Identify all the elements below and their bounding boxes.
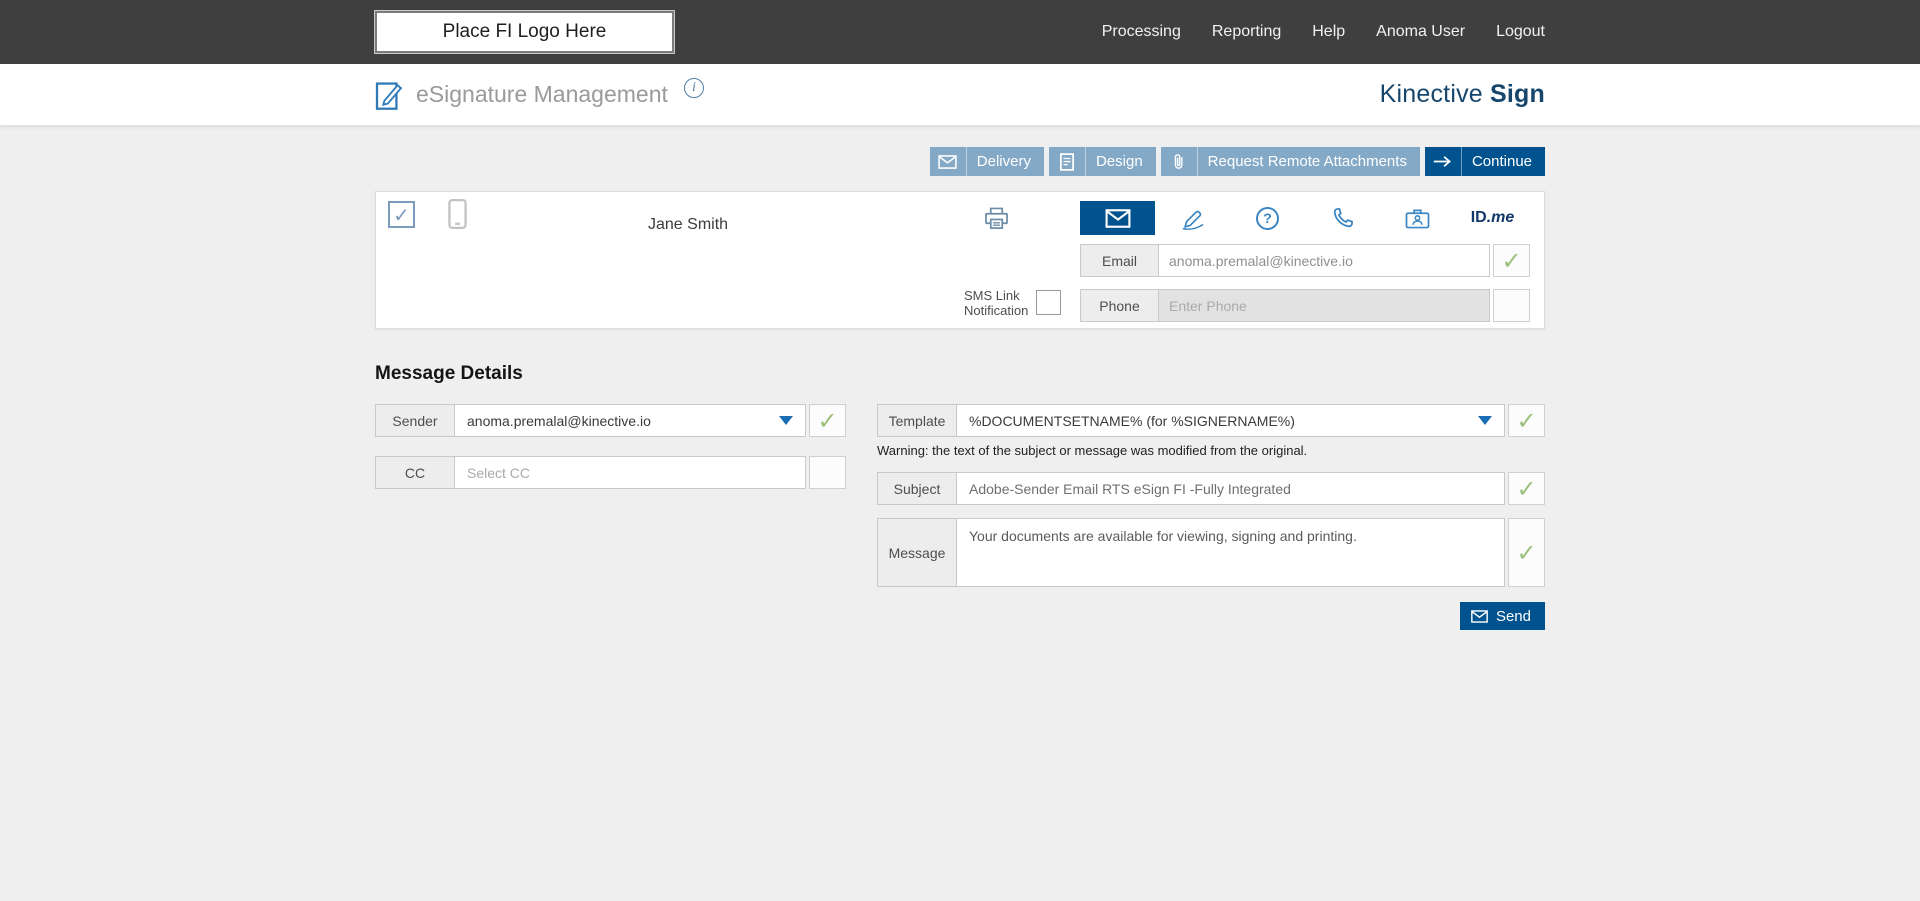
message-label: Message bbox=[877, 518, 957, 587]
send-row: Send bbox=[877, 602, 1545, 630]
briefcase-person-icon bbox=[1405, 207, 1430, 229]
signer-card: ✓ Jane Smith ? bbox=[375, 191, 1545, 329]
sender-select[interactable]: anoma.premalal@kinective.io bbox=[455, 404, 806, 437]
print-button[interactable] bbox=[984, 207, 1009, 235]
template-label: Template bbox=[877, 404, 957, 437]
nav-logout[interactable]: Logout bbox=[1496, 23, 1545, 41]
sender-row: Sender anoma.premalal@kinective.io ✓ bbox=[375, 404, 846, 437]
message-details-left-column: Sender anoma.premalal@kinective.io ✓ CC bbox=[375, 404, 846, 508]
sms-link-notification-label: SMS Link Notification bbox=[964, 288, 1044, 318]
email-valid-cell: ✓ bbox=[1493, 244, 1530, 277]
page-title: eSignature Management bbox=[416, 81, 668, 108]
phone-icon bbox=[1331, 206, 1355, 230]
delivery-button-label: Delivery bbox=[977, 153, 1031, 170]
subject-label: Subject bbox=[877, 472, 957, 505]
template-modified-warning: Warning: the text of the subject or mess… bbox=[877, 443, 1545, 458]
page-header: eSignature Management i Kinective Sign bbox=[0, 64, 1920, 126]
brand-logo: Kinective Sign bbox=[1380, 80, 1545, 109]
send-button-label: Send bbox=[1496, 608, 1531, 625]
phone-input[interactable] bbox=[1159, 289, 1490, 322]
sms-link-notification-checkbox[interactable] bbox=[1036, 290, 1061, 315]
request-remote-attachments-button[interactable]: Request Remote Attachments bbox=[1161, 147, 1420, 176]
document-icon bbox=[1049, 147, 1086, 176]
printer-icon bbox=[984, 207, 1009, 230]
envelope-icon bbox=[1105, 209, 1131, 228]
idme-logo: ID.me bbox=[1471, 209, 1515, 227]
nav-reporting[interactable]: Reporting bbox=[1212, 23, 1281, 41]
brand-product: Sign bbox=[1490, 80, 1545, 108]
tab-in-person-signing[interactable] bbox=[1155, 201, 1230, 235]
email-label: Email bbox=[1080, 244, 1159, 277]
cc-row: CC bbox=[375, 456, 846, 489]
request-remote-attachments-label: Request Remote Attachments bbox=[1208, 153, 1407, 170]
tab-phone-authentication[interactable] bbox=[1305, 201, 1380, 235]
subject-valid-cell: ✓ bbox=[1508, 472, 1545, 505]
valid-check-icon: ✓ bbox=[817, 409, 837, 433]
delivery-method-tabs: ? ID.me bbox=[1080, 201, 1530, 235]
subject-row: Subject ✓ bbox=[877, 472, 1545, 505]
nav-help[interactable]: Help bbox=[1312, 23, 1345, 41]
email-row: Email ✓ bbox=[1080, 244, 1530, 277]
nav-user[interactable]: Anoma User bbox=[1376, 23, 1465, 41]
send-button[interactable]: Send bbox=[1460, 602, 1545, 630]
paperclip-icon bbox=[1161, 147, 1198, 176]
cc-label: CC bbox=[375, 456, 455, 489]
sender-value: anoma.premalal@kinective.io bbox=[467, 413, 651, 429]
subject-input[interactable] bbox=[957, 472, 1505, 505]
checkbox-check-icon: ✓ bbox=[393, 203, 410, 227]
sender-label: Sender bbox=[375, 404, 455, 437]
design-button[interactable]: Design bbox=[1049, 147, 1156, 176]
valid-check-icon: ✓ bbox=[1516, 541, 1536, 565]
chevron-down-icon bbox=[1478, 416, 1492, 425]
question-circle-icon: ? bbox=[1256, 207, 1279, 230]
valid-check-icon: ✓ bbox=[1516, 409, 1536, 433]
signature-pen-icon bbox=[1180, 206, 1206, 230]
message-details-right-column: Template %DOCUMENTSETNAME% (for %SIGNERN… bbox=[877, 404, 1545, 630]
chevron-down-icon bbox=[779, 416, 793, 425]
arrow-right-icon bbox=[1425, 147, 1462, 176]
phone-valid-cell bbox=[1493, 289, 1530, 322]
valid-check-icon: ✓ bbox=[1516, 477, 1536, 501]
topbar: Place FI Logo Here Processing Reporting … bbox=[0, 0, 1920, 64]
tab-in-branch[interactable] bbox=[1380, 201, 1455, 235]
cc-valid-cell bbox=[809, 456, 846, 489]
envelope-icon bbox=[930, 147, 967, 176]
message-row: Message Your documents are available for… bbox=[877, 518, 1545, 587]
phone-row: Phone bbox=[1080, 289, 1530, 322]
message-details: Sender anoma.premalal@kinective.io ✓ CC bbox=[375, 404, 1545, 630]
valid-check-icon: ✓ bbox=[1501, 249, 1521, 273]
message-valid-cell: ✓ bbox=[1508, 518, 1545, 587]
nav-processing[interactable]: Processing bbox=[1102, 23, 1181, 41]
phone-label: Phone bbox=[1080, 289, 1159, 322]
send-envelope-icon bbox=[1471, 610, 1488, 623]
cc-input[interactable] bbox=[455, 456, 806, 489]
signer-checkbox[interactable]: ✓ bbox=[388, 201, 415, 228]
signer-name: Jane Smith bbox=[648, 216, 728, 234]
tab-security-questions[interactable]: ? bbox=[1230, 201, 1305, 235]
message-textarea[interactable]: Your documents are available for viewing… bbox=[957, 518, 1505, 587]
template-value: %DOCUMENTSETNAME% (for %SIGNERNAME%) bbox=[969, 413, 1295, 429]
tab-email-delivery[interactable] bbox=[1080, 201, 1155, 235]
template-row: Template %DOCUMENTSETNAME% (for %SIGNERN… bbox=[877, 404, 1545, 437]
action-toolbar: Delivery Design Request Remote Attachmen… bbox=[375, 147, 1545, 176]
esignature-document-icon bbox=[375, 79, 403, 111]
info-icon[interactable]: i bbox=[684, 78, 704, 98]
main-content: Delivery Design Request Remote Attachmen… bbox=[0, 126, 1920, 630]
message-details-heading: Message Details bbox=[375, 363, 1545, 385]
tab-idme[interactable]: ID.me bbox=[1455, 201, 1530, 235]
continue-button[interactable]: Continue bbox=[1425, 147, 1545, 176]
email-input[interactable] bbox=[1159, 244, 1490, 277]
design-button-label: Design bbox=[1096, 153, 1143, 170]
template-select[interactable]: %DOCUMENTSETNAME% (for %SIGNERNAME%) bbox=[957, 404, 1505, 437]
brand-name: Kinective bbox=[1380, 80, 1490, 108]
sender-valid-cell: ✓ bbox=[809, 404, 846, 437]
fi-logo-placeholder: Place FI Logo Here bbox=[375, 11, 674, 53]
continue-button-label: Continue bbox=[1472, 153, 1532, 170]
delivery-button[interactable]: Delivery bbox=[930, 147, 1044, 176]
top-navigation: Processing Reporting Help Anoma User Log… bbox=[1102, 23, 1545, 41]
template-valid-cell: ✓ bbox=[1508, 404, 1545, 437]
mobile-phone-icon bbox=[448, 199, 467, 234]
